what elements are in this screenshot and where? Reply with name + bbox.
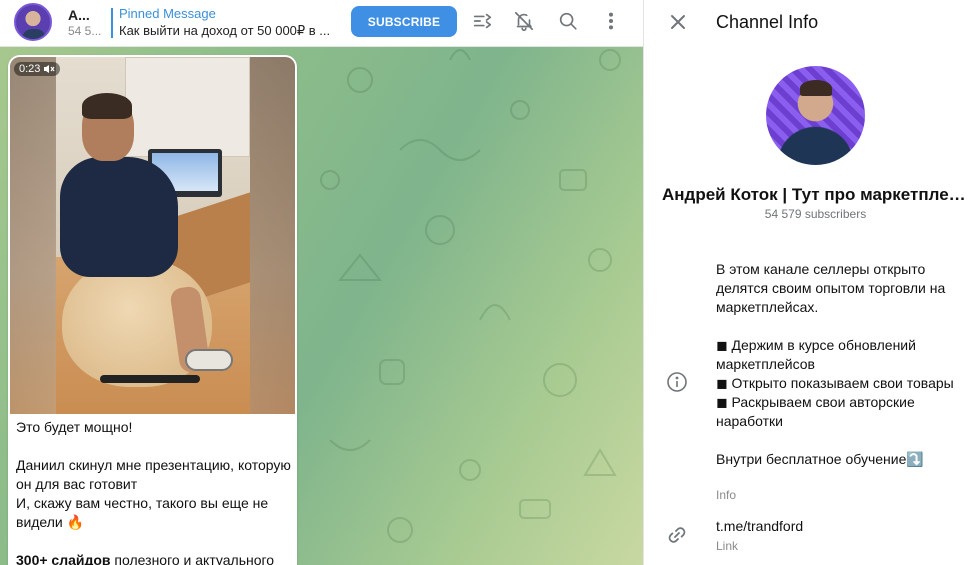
more-icon[interactable] — [599, 9, 623, 33]
channel-subscribers: 54 5... — [68, 24, 102, 38]
video-duration: 0:23 — [19, 63, 41, 75]
channel-avatar-large[interactable] — [766, 66, 865, 165]
post-bold-text: 300+ слайдов — [16, 552, 111, 565]
pinned-message-text[interactable]: Как выйти на доход от 50 000₽ в ... — [119, 23, 334, 39]
voice-chat-icon[interactable] — [470, 9, 494, 33]
chat-header: А... 54 5... Pinned Message Как выйти на… — [0, 0, 643, 47]
channel-post: 0:23 Это будет мощно! Даниил скинул мне … — [8, 55, 297, 565]
channel-title[interactable]: А... — [68, 7, 90, 23]
subscribe-button[interactable]: SUBSCRIBE — [351, 6, 457, 37]
video-duration-badge: 0:23 — [14, 62, 61, 76]
info-icon — [666, 371, 688, 393]
link-icon — [666, 524, 688, 546]
post-text: Это будет мощно! Даниил скинул мне презе… — [16, 418, 292, 565]
channel-info-panel: Channel Info Андрей Коток | Тут про марк… — [643, 0, 970, 565]
search-icon[interactable] — [556, 9, 580, 33]
video-preview[interactable]: 0:23 — [10, 57, 295, 414]
post-line-2: Даниил скинул мне презентацию, которую о… — [16, 457, 291, 530]
channel-description: В этом канале селлеры открыто делятся св… — [716, 261, 954, 467]
pinned-message-title[interactable]: Pinned Message — [119, 6, 216, 21]
post-line-1: Это будет мощно! — [16, 419, 133, 435]
link-label: Link — [716, 539, 739, 553]
post-rest-text: полезного и актуального — [110, 552, 275, 565]
description-label: Info — [716, 488, 737, 502]
volume-mute-icon[interactable] — [43, 64, 55, 74]
channel-avatar[interactable] — [14, 3, 52, 41]
post-line-3: 300+ слайдов полезного и актуального — [16, 551, 292, 565]
channel-name: Андрей Коток | Тут про маркетплейсы — [662, 185, 968, 204]
close-icon[interactable] — [666, 10, 690, 34]
pinned-indicator-bar — [111, 8, 113, 38]
panel-title: Channel Info — [716, 12, 819, 32]
mute-icon[interactable] — [512, 9, 536, 33]
subscriber-count: 54 579 subscribers — [764, 207, 867, 221]
chat-area: А... 54 5... Pinned Message Как выйти на… — [0, 0, 643, 565]
channel-link[interactable]: t.me/trandford — [716, 518, 803, 534]
